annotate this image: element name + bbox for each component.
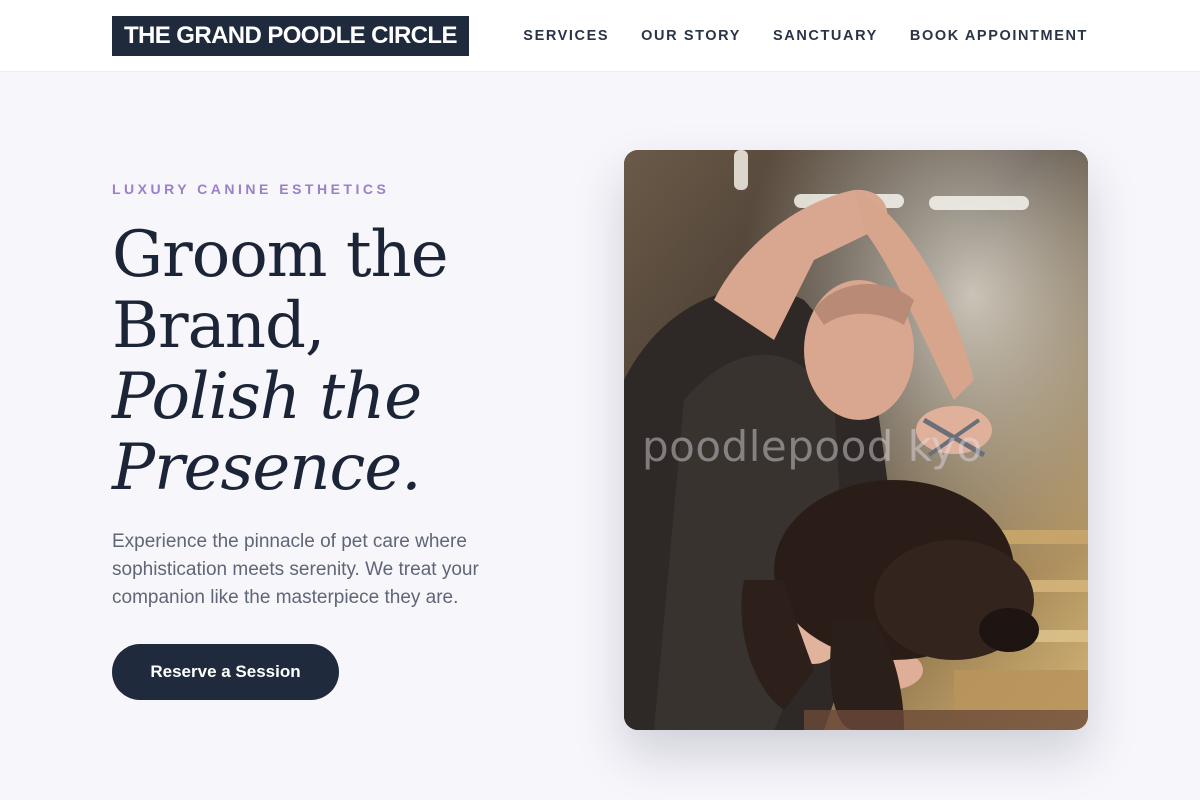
headline-line-4: Presence. [112, 431, 422, 505]
main-nav: SERVICES OUR STORY SANCTUARY BOOK APPOIN… [523, 26, 1088, 46]
brand-logo[interactable]: THE GRAND POODLE CIRCLE [112, 16, 469, 56]
nav-link-book-appointment[interactable]: BOOK APPOINTMENT [910, 26, 1088, 46]
reserve-session-button[interactable]: Reserve a Session [112, 644, 339, 700]
headline-line-2: Brand, [112, 289, 325, 363]
headline-line-1: Groom the [112, 218, 449, 292]
site-header: THE GRAND POODLE CIRCLE SERVICES OUR STO… [0, 0, 1200, 72]
nav-link-our-story[interactable]: OUR STORY [641, 26, 741, 46]
nav-link-sanctuary[interactable]: SANCTUARY [773, 26, 878, 46]
headline-line-3: Polish the [112, 360, 422, 434]
hero-description: Experience the pinnacle of pet care wher… [112, 531, 479, 608]
hero-headline: Groom the Brand, Polish the Presence. [112, 220, 592, 504]
photo-watermark: poodlepood kyo [642, 422, 983, 471]
hero-photo-groomer-with-poodle: poodlepood kyo [624, 150, 1088, 730]
nav-link-services[interactable]: SERVICES [523, 26, 609, 46]
hero-eyebrow: LUXURY CANINE ESTHETICS [112, 181, 390, 197]
